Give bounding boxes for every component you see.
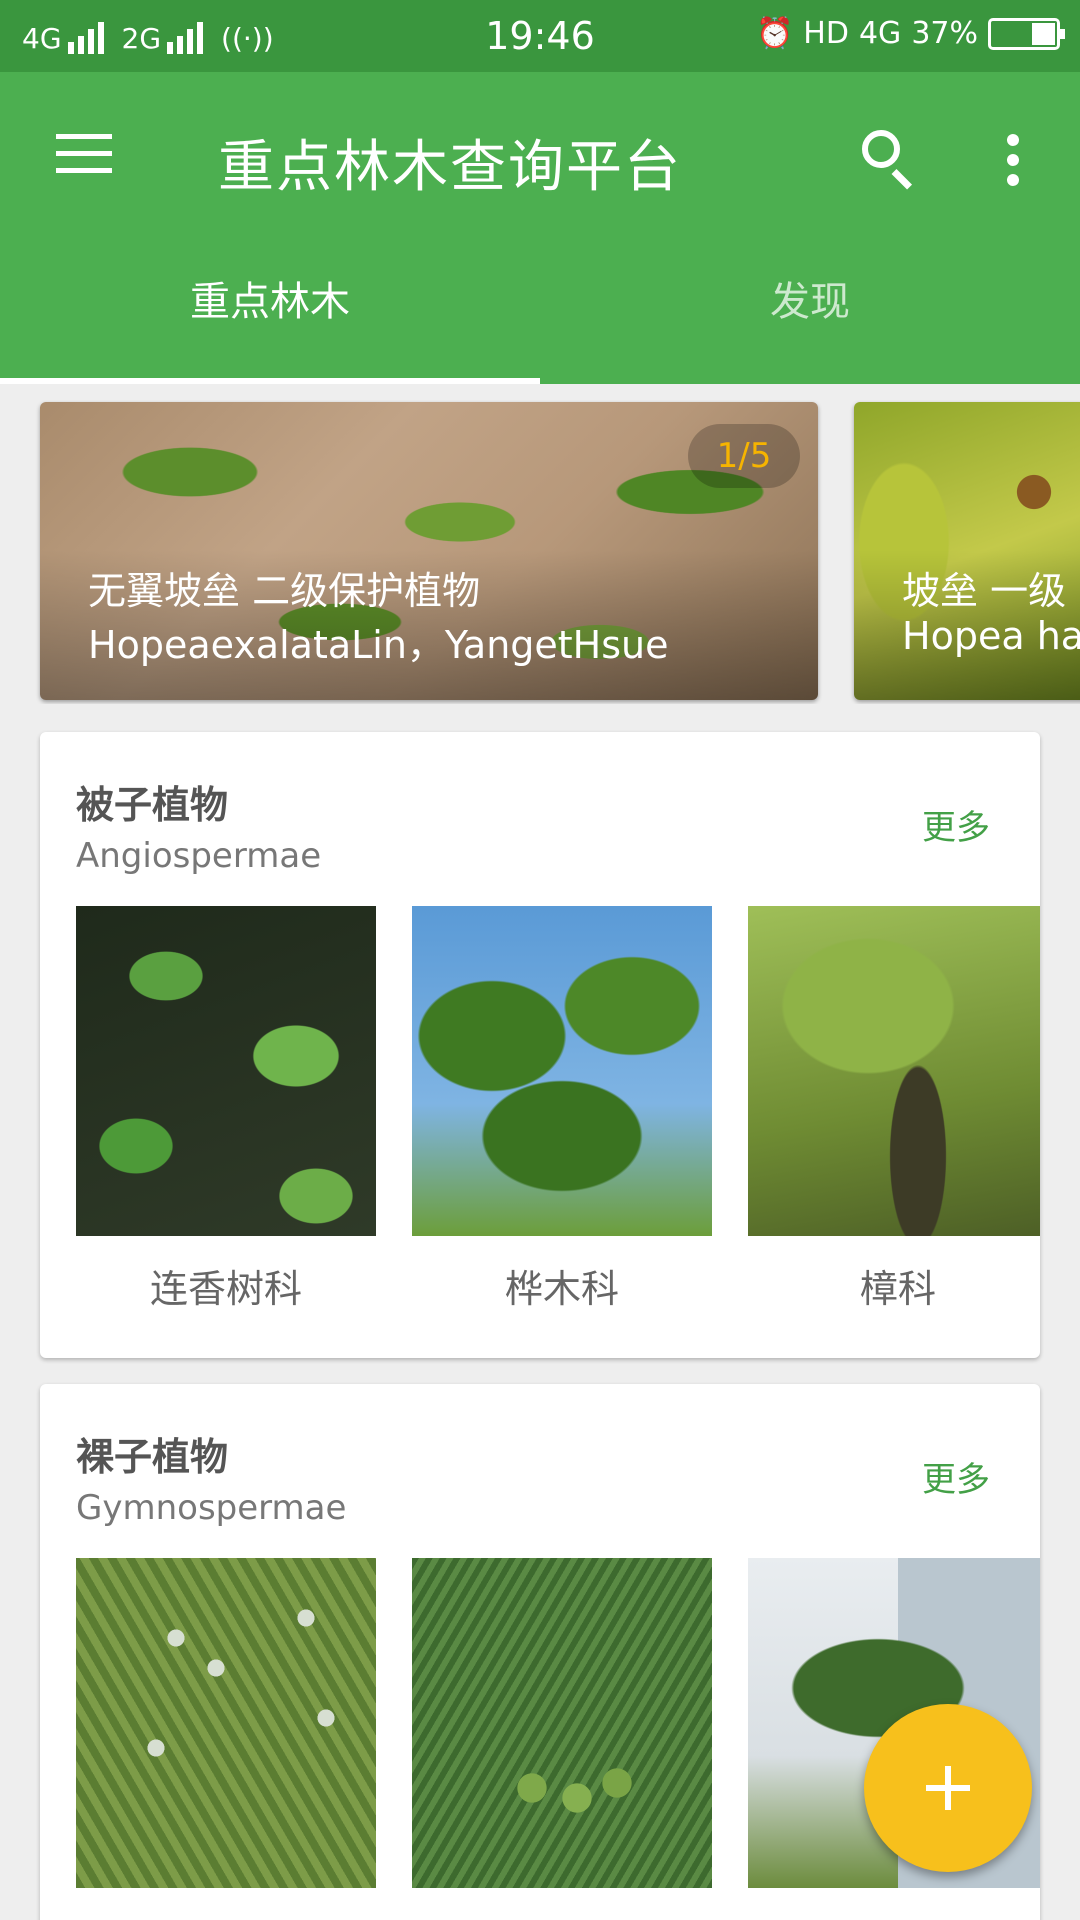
family-image xyxy=(76,1558,376,1888)
family-label: 连香树科 xyxy=(149,1267,302,1311)
family-item[interactable]: 连香树科 xyxy=(76,906,376,1313)
section-card-angiosperm: 被子植物 Angiospermae 更多 连香树科 桦木科 樟科 xyxy=(40,732,1040,1358)
section-title: 裸子植物 xyxy=(76,1435,229,1479)
family-label: 桦木科 xyxy=(504,1267,619,1311)
app-title: 重点林木查询平台 xyxy=(218,135,682,200)
tab-bar: 重点林木 发现 xyxy=(0,240,1080,384)
banner-title: 坡垒 一级 xyxy=(902,569,1067,613)
banner-subtitle: Hopea ha xyxy=(902,614,1080,658)
family-list[interactable]: 连香树科 桦木科 樟科 xyxy=(76,906,1040,1326)
family-label: 苏铁科 xyxy=(748,1910,1040,1920)
tab-key-forests[interactable]: 重点林木 xyxy=(0,240,540,384)
more-vert-icon[interactable] xyxy=(1000,134,1028,188)
hd-label: HD xyxy=(803,16,849,51)
section-subtitle: Angiospermae xyxy=(76,836,322,876)
banner-slide[interactable]: 坡垒 一级 Hopea ha xyxy=(854,402,1080,700)
banner-slide[interactable]: 1/5 无翼坡垒 二级保护植物 HopeaexalataLin，YangetHs… xyxy=(40,402,818,700)
section-title: 被子植物 xyxy=(76,783,229,827)
more-link[interactable]: 更多 xyxy=(922,800,990,849)
family-item[interactable]: 樟科 xyxy=(748,906,1040,1313)
family-item[interactable]: 柏科 xyxy=(76,1558,376,1920)
status-right: ⏰ HD 4G 37% xyxy=(755,16,1065,51)
section-subtitle: Gymnospermae xyxy=(76,1488,347,1528)
family-item[interactable]: 三尖杉科 xyxy=(412,1558,712,1920)
family-image xyxy=(412,1558,712,1888)
banner-subtitle: HopeaexalataLin，YangetHsue xyxy=(88,623,669,667)
app-bar: 重点林木查询平台 重点林木 发现 xyxy=(0,72,1080,384)
family-item[interactable]: 桦木科 xyxy=(412,906,712,1313)
family-label: 柏科 xyxy=(76,1910,376,1920)
family-image xyxy=(76,906,376,1236)
banner-carousel[interactable]: 1/5 无翼坡垒 二级保护植物 HopeaexalataLin，YangetHs… xyxy=(0,400,1080,704)
family-image xyxy=(412,906,712,1236)
menu-icon[interactable] xyxy=(56,134,112,174)
more-link[interactable]: 更多 xyxy=(922,1452,990,1501)
banner-title: 无翼坡垒 二级保护植物 xyxy=(88,569,481,613)
alarm-icon: ⏰ xyxy=(755,16,794,51)
tab-indicator xyxy=(0,378,540,384)
family-label: 三尖杉科 xyxy=(412,1910,712,1920)
search-icon[interactable] xyxy=(860,128,920,190)
battery-icon xyxy=(988,17,1065,50)
network-type-3: 4G xyxy=(858,16,902,51)
add-fab-button[interactable] xyxy=(864,1704,1032,1872)
battery-percent: 37% xyxy=(911,16,978,51)
battery-level xyxy=(1032,22,1055,45)
banner-page-counter: 1/5 xyxy=(688,424,800,488)
family-label: 樟科 xyxy=(859,1267,936,1311)
tab-discover[interactable]: 发现 xyxy=(540,240,1080,384)
status-bar: 4G 2G ((·)) 19:46 ⏰ HD 4G 37% xyxy=(0,0,1080,72)
family-image xyxy=(748,906,1040,1236)
